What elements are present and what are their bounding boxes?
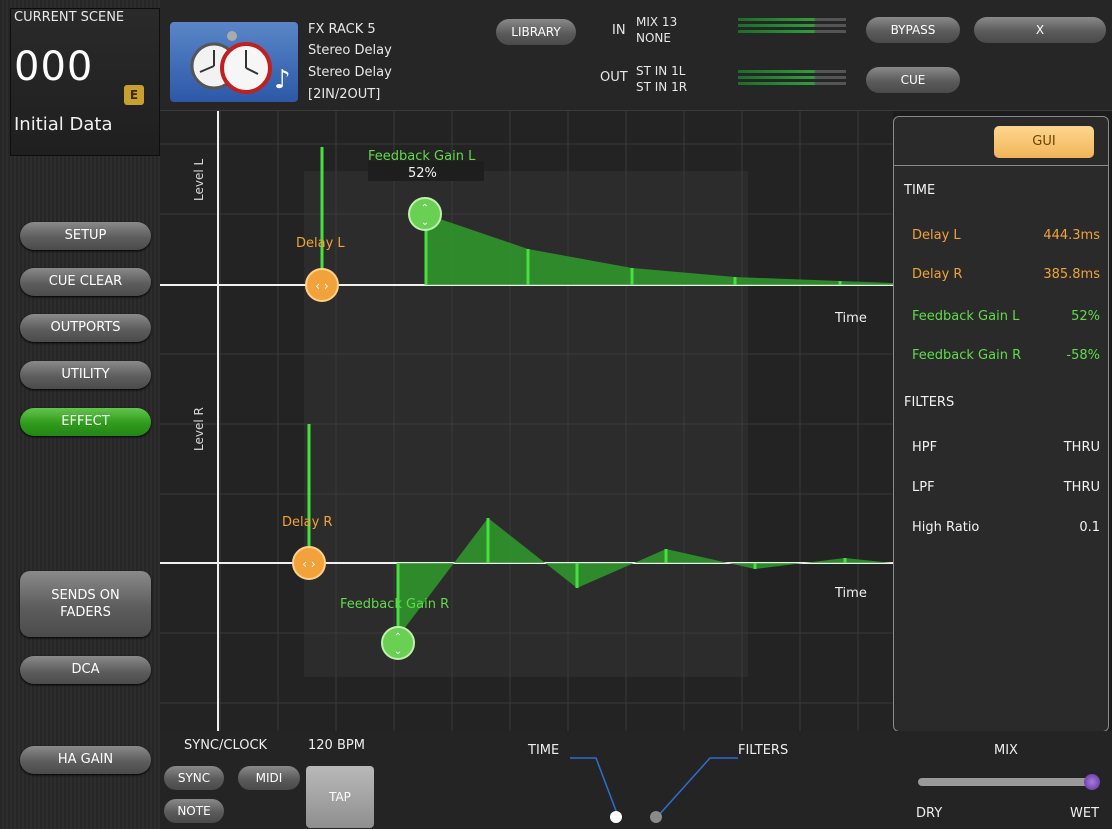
sync-clock-label: SYNC/CLOCK	[184, 738, 268, 753]
setup-button[interactable]: SETUP	[20, 222, 151, 250]
feedback-l-value: 52%	[408, 166, 437, 181]
hpf-label: HPF	[912, 440, 938, 455]
time-label-bottom: Time	[835, 586, 867, 601]
feedback-r-handle: ⌃ ⌄	[381, 626, 415, 660]
mix-slider-track[interactable]	[918, 778, 1098, 786]
feedback-l-param-label: Feedback Gain L	[912, 309, 1020, 324]
clock-icon: ♪	[170, 22, 298, 102]
scene-edit-badge: E	[124, 85, 144, 105]
effect-name: Stereo Delay	[308, 65, 392, 80]
page-dot-filters[interactable]	[650, 811, 662, 823]
wet-label: WET	[1070, 806, 1100, 821]
gui-button[interactable]: GUI	[994, 126, 1094, 158]
out-dest-1[interactable]: ST IN 1L	[636, 64, 685, 78]
lpf-value: THRU	[1063, 480, 1100, 495]
time-tab[interactable]: TIME	[528, 743, 559, 758]
delay-r-param-value: 385.8ms	[1043, 267, 1100, 282]
note-button[interactable]: NOTE	[164, 799, 224, 823]
dry-label: DRY	[916, 806, 943, 821]
delay-l-handle: ‹ ›	[305, 268, 339, 302]
page-indicator	[570, 757, 738, 817]
feedback-r-param-label: Feedback Gain R	[912, 348, 1022, 363]
in-source-1[interactable]: MIX 13	[636, 15, 677, 29]
feedback-r-row[interactable]: Feedback Gain R -58%	[894, 348, 1108, 368]
filters-heading: FILTERS	[904, 395, 955, 410]
cue-clear-button[interactable]: CUE CLEAR	[20, 268, 151, 296]
feedback-l-row[interactable]: Feedback Gain L 52%	[894, 309, 1108, 329]
ha-gain-button[interactable]: HA GAIN	[20, 746, 151, 774]
bypass-button[interactable]: BYPASS	[866, 17, 960, 43]
scene-number: 000	[14, 44, 94, 90]
sends-on-faders-button[interactable]: SENDS ON FADERS	[20, 571, 151, 637]
svg-text:⌄: ⌄	[394, 646, 402, 657]
panel-divider	[894, 165, 1108, 166]
library-button[interactable]: LIBRARY	[496, 19, 576, 45]
time-label-top: Time	[835, 311, 867, 326]
output-meter	[738, 69, 846, 85]
feedback-r-param-value: -58%	[1066, 348, 1100, 363]
feedback-l-label: Feedback Gain L	[368, 149, 476, 164]
outports-button[interactable]: OUTPORTS	[20, 314, 151, 342]
delay-l-param-value: 444.3ms	[1043, 228, 1100, 243]
io-config: [2IN/2OUT]	[308, 87, 381, 102]
page-dot-time[interactable]	[610, 811, 622, 823]
mix-label: MIX	[994, 743, 1018, 758]
delay-r-handle: ‹ ›	[292, 546, 326, 580]
midi-button[interactable]: MIDI	[238, 766, 300, 790]
in-source-2[interactable]: NONE	[636, 31, 671, 45]
hpf-row[interactable]: HPF THRU	[894, 440, 1108, 460]
sync-button[interactable]: SYNC	[164, 766, 224, 790]
feedback-r-label: Feedback Gain R	[340, 597, 450, 612]
cue-button[interactable]: CUE	[866, 67, 960, 93]
high-ratio-row[interactable]: High Ratio 0.1	[894, 520, 1108, 540]
svg-text:♪: ♪	[274, 65, 291, 95]
delay-l-label: Delay L	[296, 236, 345, 251]
effect-button[interactable]: EFFECT	[20, 408, 151, 436]
level-r-label: Level R	[192, 407, 206, 451]
delay-l-row[interactable]: Delay L 444.3ms	[894, 228, 1108, 248]
svg-text:⌃: ⌃	[394, 632, 402, 643]
level-l-label: Level L	[192, 158, 206, 201]
svg-text:⌃: ⌃	[421, 203, 429, 214]
delay-r-row[interactable]: Delay R 385.8ms	[894, 267, 1108, 287]
delay-r-param-label: Delay R	[912, 267, 963, 282]
out-label: OUT	[600, 70, 628, 85]
scene-name: Initial Data	[14, 114, 113, 135]
lpf-row[interactable]: LPF THRU	[894, 480, 1108, 500]
svg-text:⌄: ⌄	[421, 217, 429, 228]
delay-l-param-label: Delay L	[912, 228, 961, 243]
close-button[interactable]: X	[974, 17, 1106, 43]
tap-button[interactable]: TAP	[306, 766, 374, 828]
high-ratio-value: 0.1	[1079, 520, 1100, 535]
feedback-l-handle: ⌃ ⌄	[408, 197, 442, 231]
feedback-l-param-value: 52%	[1071, 309, 1100, 324]
mix-slider-thumb[interactable]	[1084, 774, 1100, 790]
out-dest-2[interactable]: ST IN 1R	[636, 80, 687, 94]
svg-text:‹ ›: ‹ ›	[302, 557, 315, 571]
fx-rack-label: FX RACK 5	[308, 22, 376, 37]
hpf-value: THRU	[1063, 440, 1100, 455]
current-scene-label: CURRENT SCENE	[14, 10, 125, 25]
dca-button[interactable]: DCA	[20, 656, 151, 684]
bpm-display: 120 BPM	[308, 738, 365, 753]
delay-r-label: Delay R	[282, 515, 333, 530]
parameter-panel: GUI TIME Delay L 444.3ms Delay R 385.8ms…	[893, 116, 1109, 732]
in-label: IN	[612, 23, 626, 38]
svg-text:‹ ›: ‹ ›	[315, 279, 328, 293]
time-heading: TIME	[904, 183, 936, 198]
delay-graph[interactable]: ‹ › ‹ › ⌃ ⌄ ⌃ ⌄ Level L Level R Time Tim…	[160, 111, 893, 731]
high-ratio-label: High Ratio	[912, 520, 980, 535]
utility-button[interactable]: UTILITY	[20, 361, 151, 389]
effect-type: Stereo Delay	[308, 43, 392, 58]
input-meter	[738, 17, 846, 33]
lpf-label: LPF	[912, 480, 935, 495]
